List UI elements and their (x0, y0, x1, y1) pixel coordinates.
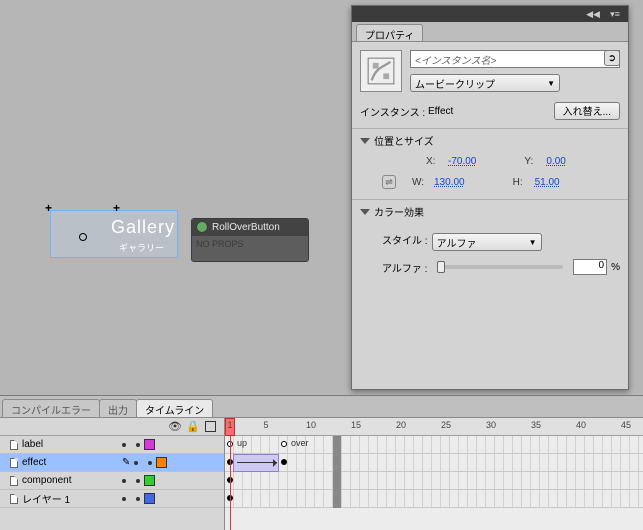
lock-icon[interactable]: 🔒 (187, 421, 199, 433)
timeline[interactable]: 15101520253035404550 up over (225, 418, 643, 530)
swap-button[interactable]: 入れ替え... (554, 102, 620, 120)
chevron-down-icon: ▼ (547, 79, 555, 88)
layer-name: effect (22, 457, 118, 468)
ruler-mark: 20 (396, 420, 406, 430)
y-value[interactable]: 0.00 (546, 156, 565, 167)
ruler-mark: 45 (621, 420, 631, 430)
rollover-title: RollOverButton (212, 222, 280, 233)
movieclip-icon (360, 50, 402, 92)
bottom-dock: コンパイルエラー出力タイムライン 👁 🔒 label effect ✎ comp… (0, 395, 643, 529)
w-value[interactable]: 130.00 (434, 177, 465, 188)
ruler-mark: 1 (227, 420, 232, 430)
layer-color-swatch[interactable] (144, 475, 155, 486)
twisty-icon (360, 138, 370, 144)
instance-label: インスタンス : (360, 104, 425, 119)
layer-name: label (22, 439, 118, 450)
rollover-props: NO PROPS (192, 236, 308, 252)
layer-icon (10, 440, 18, 450)
dock-tab-2[interactable]: タイムライン (136, 399, 213, 417)
layer-icon (10, 476, 18, 486)
panel-header[interactable]: ◀◀ ▾≡ (352, 6, 628, 22)
layer-color-swatch[interactable] (144, 493, 155, 504)
alpha-slider[interactable] (437, 265, 563, 269)
timeline-row[interactable] (225, 454, 643, 472)
h-value[interactable]: 51.00 (535, 177, 560, 188)
menu-icon[interactable]: ▾≡ (605, 9, 625, 19)
rollover-component[interactable]: RollOverButton NO PROPS (191, 218, 309, 262)
layer-list: 👁 🔒 label effect ✎ component レイヤー 1 (0, 418, 225, 530)
dock-tab-0[interactable]: コンパイルエラー (2, 399, 100, 417)
dock-tab-1[interactable]: 出力 (99, 399, 137, 417)
layer-row-component[interactable]: component (0, 472, 224, 490)
alpha-value[interactable]: 0 (573, 259, 607, 275)
dock-tabbar: コンパイルエラー出力タイムライン (0, 396, 643, 418)
layer-row-effect[interactable]: effect ✎ (0, 454, 224, 472)
ruler-mark: 5 (263, 420, 268, 430)
timeline-row[interactable]: up over (225, 436, 643, 454)
twisty-icon (360, 209, 370, 215)
timeline-row[interactable] (225, 490, 643, 508)
ruler-mark: 35 (531, 420, 541, 430)
ruler-mark: 10 (306, 420, 316, 430)
selected-instance-bbox[interactable]: + + Gallery ギャラリー (50, 210, 178, 258)
ruler-mark: 25 (441, 420, 451, 430)
chevron-down-icon: ▼ (529, 238, 537, 247)
layer-color-swatch[interactable] (156, 457, 167, 468)
ruler-mark: 15 (351, 420, 361, 430)
layer-color-swatch[interactable] (144, 439, 155, 450)
layer-name: component (22, 475, 118, 486)
playhead-line (230, 436, 231, 530)
timeline-row[interactable] (225, 472, 643, 490)
eye-icon[interactable]: 👁 (169, 421, 181, 433)
origin-marker (79, 233, 87, 241)
timeline-ruler[interactable]: 15101520253035404550 (225, 418, 643, 436)
outline-icon[interactable] (205, 421, 216, 432)
instance-help-button[interactable]: ➲ (604, 50, 620, 66)
tab-properties[interactable]: プロパティ (356, 24, 423, 41)
section-color-effect[interactable]: カラー効果 (352, 200, 628, 223)
gallery-subtitle: ギャラリー (119, 241, 164, 254)
ruler-mark: 40 (576, 420, 586, 430)
layer-name: レイヤー 1 (22, 491, 118, 506)
pencil-icon: ✎ (122, 457, 130, 468)
layer-row-レイヤー 1[interactable]: レイヤー 1 (0, 490, 224, 508)
section-position-size[interactable]: 位置とサイズ (352, 129, 628, 152)
instance-name-input[interactable]: <インスタンス名> (410, 50, 620, 68)
component-icon (196, 221, 208, 233)
color-style-dropdown[interactable]: アルファ ▼ (432, 233, 542, 251)
lock-aspect-button[interactable]: ⇌ (382, 175, 396, 189)
instance-value: Effect (428, 106, 453, 117)
ruler-mark: 30 (486, 420, 496, 430)
properties-panel: ◀◀ ▾≡ プロパティ <インスタンス名> ➲ ムービークリップ ▼ インスタン… (351, 5, 629, 390)
gallery-title: Gallery (111, 217, 175, 238)
layer-icon (10, 494, 18, 504)
symbol-type-dropdown[interactable]: ムービークリップ ▼ (410, 74, 560, 92)
layer-icon (10, 458, 18, 468)
collapse-icon[interactable]: ◀◀ (583, 9, 603, 19)
layer-row-label[interactable]: label (0, 436, 224, 454)
x-value[interactable]: -70.00 (448, 156, 476, 167)
